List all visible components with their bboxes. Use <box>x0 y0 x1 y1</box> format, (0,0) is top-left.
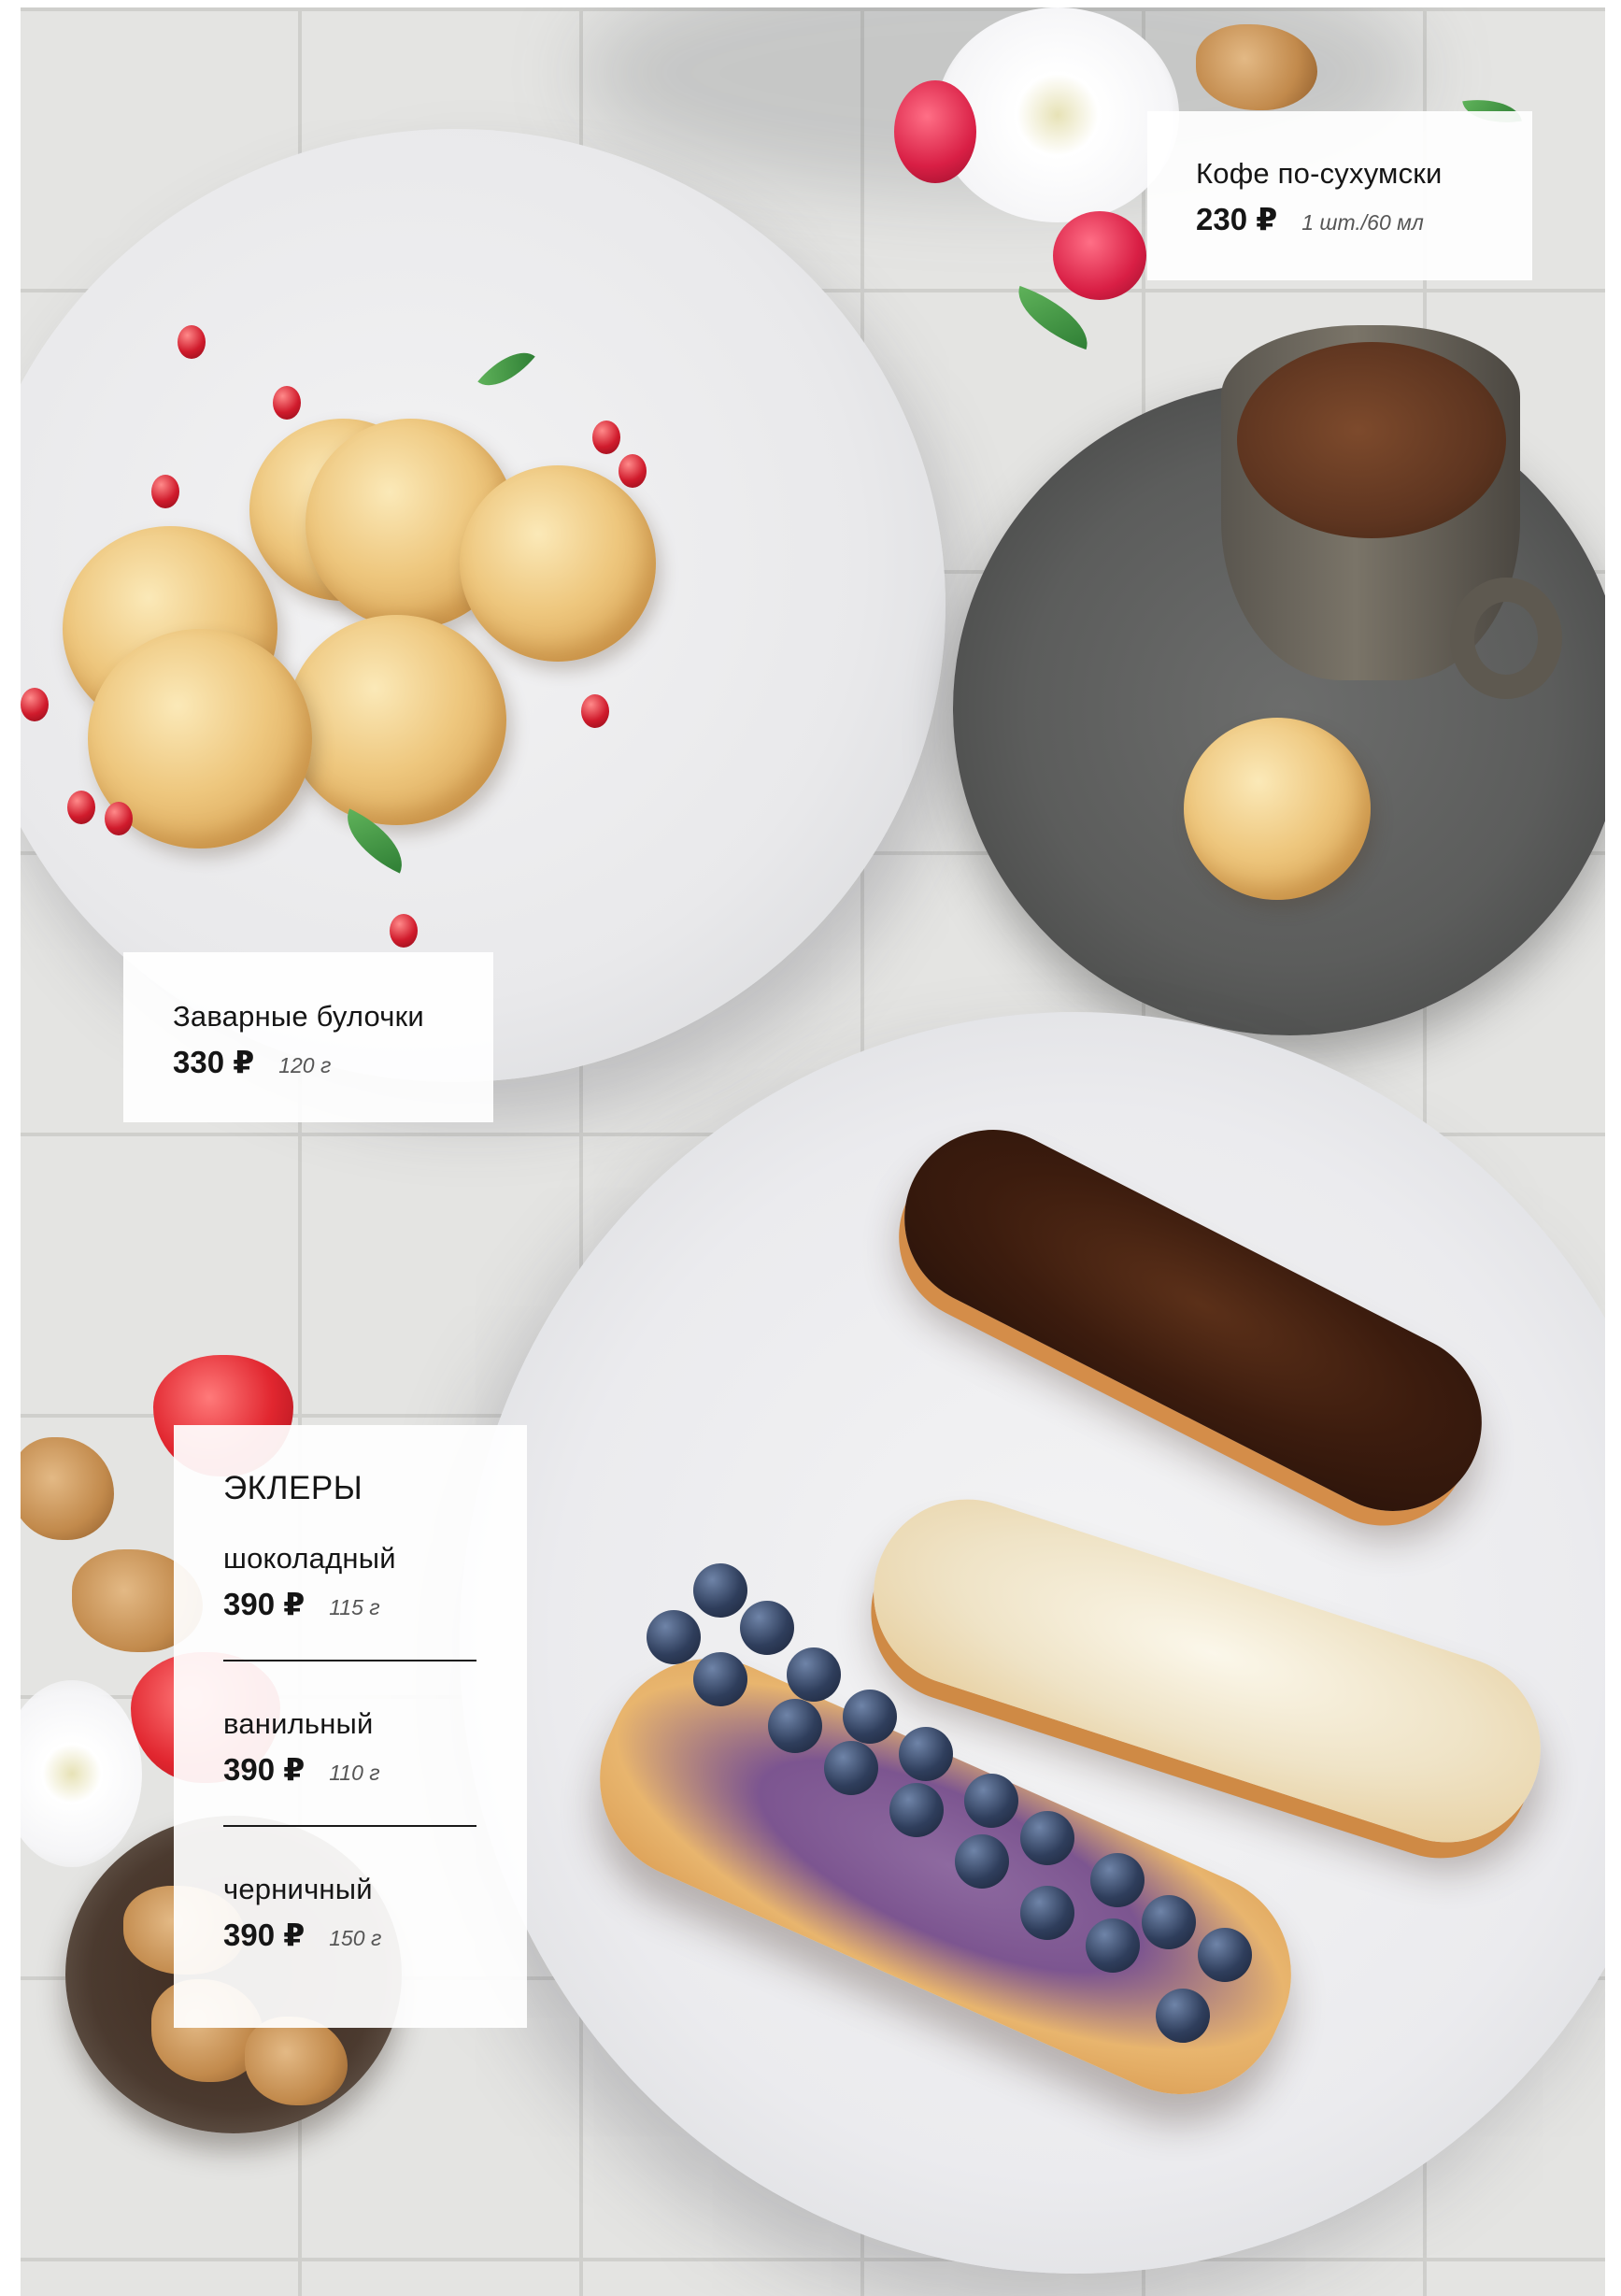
eclair-item-vanilla: ванильный 390 ₽ 110 г <box>223 1706 476 1788</box>
walnut <box>21 1437 114 1540</box>
cup-handle <box>1450 578 1562 699</box>
pomegranate-seed <box>592 421 620 454</box>
blueberry <box>693 1652 747 1706</box>
choux-bun <box>287 615 506 825</box>
blueberry <box>647 1610 701 1664</box>
eclair-name: шоколадный <box>223 1542 396 1575</box>
buns-price-line: 330 ₽ 120 г <box>173 1044 493 1080</box>
blueberry <box>955 1834 1009 1889</box>
eclairs-title: ЭКЛЕРЫ <box>223 1470 363 1506</box>
eclair-price-line: 390 ₽ 115 г <box>223 1586 476 1622</box>
blueberry <box>1090 1853 1145 1907</box>
coffee-card: Кофе по-сухумски 230 ₽ 1 шт./60 мл <box>1147 111 1532 280</box>
blueberry <box>768 1699 822 1753</box>
blueberry <box>740 1601 794 1655</box>
coffee-surface <box>1237 342 1506 538</box>
eclair-price-line: 390 ₽ 150 г <box>223 1917 476 1953</box>
eclair-price: 390 ₽ <box>223 1752 306 1787</box>
buns-name: Заварные булочки <box>173 1000 424 1033</box>
pomegranate-seed <box>390 914 418 948</box>
blueberry <box>693 1563 747 1618</box>
blueberry <box>824 1741 878 1795</box>
divider <box>223 1825 476 1827</box>
buns-card: Заварные булочки 330 ₽ 120 г <box>123 952 493 1122</box>
blueberry <box>1198 1928 1252 1982</box>
divider <box>223 1660 476 1661</box>
blueberry <box>1156 1989 1210 2043</box>
eclair-weight: 150 г <box>329 1926 382 1950</box>
white-flower <box>21 1680 142 1867</box>
eclair-price: 390 ₽ <box>223 1918 306 1952</box>
eclair-price-line: 390 ₽ 110 г <box>223 1751 476 1788</box>
coffee-name: Кофе по-сухумски <box>1196 157 1443 190</box>
buns-price: 330 ₽ <box>173 1045 255 1079</box>
blueberry <box>964 1774 1018 1828</box>
eclair-price: 390 ₽ <box>223 1587 306 1621</box>
coffee-weight: 1 шт./60 мл <box>1301 210 1424 235</box>
pomegranate-seed <box>273 386 301 420</box>
choux-bun <box>1184 718 1371 900</box>
eclair-name: ванильный <box>223 1707 374 1740</box>
blueberry <box>1142 1895 1196 1949</box>
eclair-name: черничный <box>223 1873 373 1905</box>
blueberry <box>899 1727 953 1781</box>
pomegranate-seed <box>619 454 647 488</box>
blueberry <box>1086 1918 1140 1973</box>
coffee-price-line: 230 ₽ 1 шт./60 мл <box>1196 201 1532 237</box>
pomegranate-seed <box>151 475 179 508</box>
eclair-item-blueberry: черничный 390 ₽ 150 г <box>223 1872 476 1953</box>
blueberry <box>787 1647 841 1702</box>
blueberry <box>1020 1811 1074 1865</box>
pomegranate-seed <box>21 688 49 721</box>
buns-weight: 120 г <box>278 1053 332 1077</box>
raspberry <box>1053 211 1146 300</box>
pomegranate-seed <box>581 694 609 728</box>
raspberry <box>894 80 976 183</box>
pomegranate-seed <box>67 791 95 824</box>
eclairs-card: ЭКЛЕРЫ шоколадный 390 ₽ 115 г ванильный … <box>174 1425 527 2028</box>
eclair-weight: 110 г <box>329 1761 380 1785</box>
eclair-item-chocolate: шоколадный 390 ₽ 115 г <box>223 1541 476 1622</box>
eclair-weight: 115 г <box>329 1595 380 1619</box>
coffee-price: 230 ₽ <box>1196 202 1278 236</box>
blueberry <box>1020 1886 1074 1940</box>
blueberry <box>843 1690 897 1744</box>
pomegranate-seed <box>178 325 206 359</box>
choux-bun <box>460 465 656 662</box>
blueberry <box>889 1783 944 1837</box>
pomegranate-seed <box>105 802 133 835</box>
